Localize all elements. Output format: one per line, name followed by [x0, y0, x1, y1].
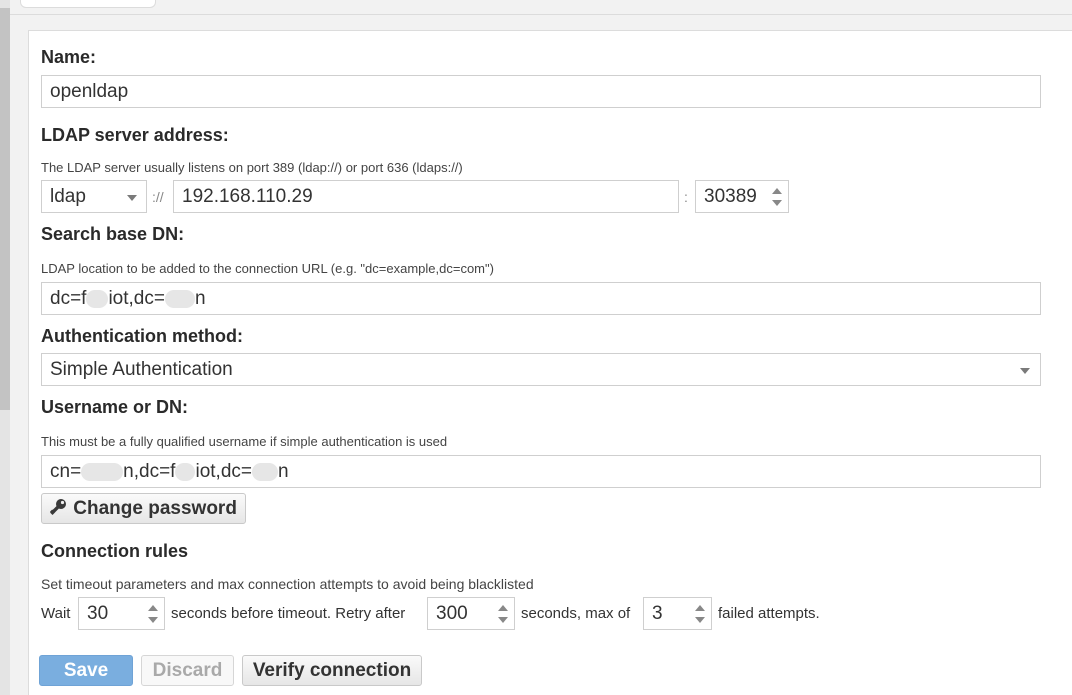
server-address-label: LDAP server address:: [41, 125, 229, 145]
base-dn-input[interactable]: dc=f iot,dc= n: [41, 282, 1041, 315]
max-attempts-value: 3: [652, 603, 663, 624]
redaction: [251, 462, 278, 481]
change-password-button[interactable]: Change password: [41, 493, 246, 524]
key-icon: [50, 499, 66, 515]
base-dn-part: dc=f: [50, 288, 87, 309]
wait-label: Wait: [41, 605, 71, 622]
change-password-label: Change password: [73, 498, 237, 519]
retry-stepper[interactable]: [498, 605, 508, 623]
port-stepper[interactable]: [772, 188, 782, 206]
username-part: n,dc=f: [123, 461, 176, 482]
chevron-down-icon: [1020, 368, 1030, 374]
port-input[interactable]: 30389: [695, 180, 789, 213]
timeout-stepper[interactable]: [148, 605, 158, 623]
stepper-up-icon[interactable]: [148, 605, 158, 611]
username-part: cn=: [50, 461, 82, 482]
retry-suffix: seconds, max of: [521, 605, 631, 622]
redaction: [81, 462, 124, 481]
port-value: 30389: [704, 186, 757, 207]
auth-method-label: Authentication method:: [41, 326, 243, 346]
stepper-up-icon[interactable]: [695, 605, 705, 611]
top-divider: [10, 14, 1072, 15]
attempts-suffix: failed attempts.: [718, 605, 820, 622]
save-button[interactable]: Save: [39, 655, 133, 686]
timeout-suffix: seconds before timeout. Retry after: [171, 605, 406, 622]
chevron-down-icon: [127, 195, 137, 201]
timeout-input[interactable]: 30: [78, 597, 165, 630]
protocol-value: ldap: [50, 186, 86, 207]
base-dn-hint: LDAP location to be added to the connect…: [41, 261, 494, 276]
name-input[interactable]: openldap: [41, 75, 1041, 108]
stepper-up-icon[interactable]: [498, 605, 508, 611]
base-dn-part: n: [194, 288, 206, 309]
retry-input[interactable]: 300: [427, 597, 515, 630]
host-value: 192.168.110.29: [182, 186, 313, 207]
base-dn-label: Search base DN:: [41, 224, 185, 244]
max-attempts-input[interactable]: 3: [643, 597, 712, 630]
protocol-select[interactable]: ldap: [41, 180, 147, 213]
username-part: iot,dc=: [195, 461, 252, 482]
name-label: Name:: [41, 47, 97, 67]
username-part: n: [277, 461, 289, 482]
redaction: [175, 462, 196, 481]
auth-method-select[interactable]: Simple Authentication: [41, 353, 1041, 386]
scrollbar-thumb[interactable]: [0, 8, 10, 410]
connection-rules-hint: Set timeout parameters and max connectio…: [41, 576, 534, 592]
name-value: openldap: [50, 81, 129, 102]
protocol-separator: ://: [152, 189, 164, 205]
timeout-value: 30: [87, 603, 109, 624]
max-attempts-stepper[interactable]: [695, 605, 705, 623]
top-tab[interactable]: [20, 0, 156, 8]
redaction: [164, 289, 195, 308]
redaction: [86, 289, 109, 308]
server-address-hint: The LDAP server usually listens on port …: [41, 160, 463, 175]
host-input[interactable]: 192.168.110.29: [173, 180, 679, 213]
discard-button[interactable]: Discard: [141, 655, 234, 686]
auth-method-value: Simple Authentication: [50, 359, 233, 380]
retry-value: 300: [436, 603, 468, 624]
username-label: Username or DN:: [41, 397, 189, 417]
stepper-down-icon[interactable]: [772, 200, 782, 206]
base-dn-part: iot,dc=: [108, 288, 165, 309]
connection-rules-title: Connection rules: [41, 541, 189, 561]
stepper-down-icon[interactable]: [498, 617, 508, 623]
username-input[interactable]: cn= n,dc=f iot,dc= n: [41, 455, 1041, 488]
port-separator: :: [684, 189, 688, 205]
username-hint: This must be a fully qualified username …: [41, 434, 448, 449]
stepper-up-icon[interactable]: [772, 188, 782, 194]
verify-connection-button[interactable]: Verify connection: [242, 655, 422, 686]
stepper-down-icon[interactable]: [695, 617, 705, 623]
stepper-down-icon[interactable]: [148, 617, 158, 623]
